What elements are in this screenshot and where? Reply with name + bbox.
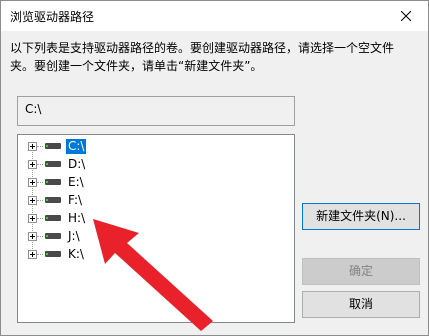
browse-drive-path-dialog: 浏览驱动器路径 以下列表是支持驱动器路径的卷。要创建驱动器路径，请选择一个空文件… [0,0,429,336]
annotation-arrow-icon [93,219,213,331]
